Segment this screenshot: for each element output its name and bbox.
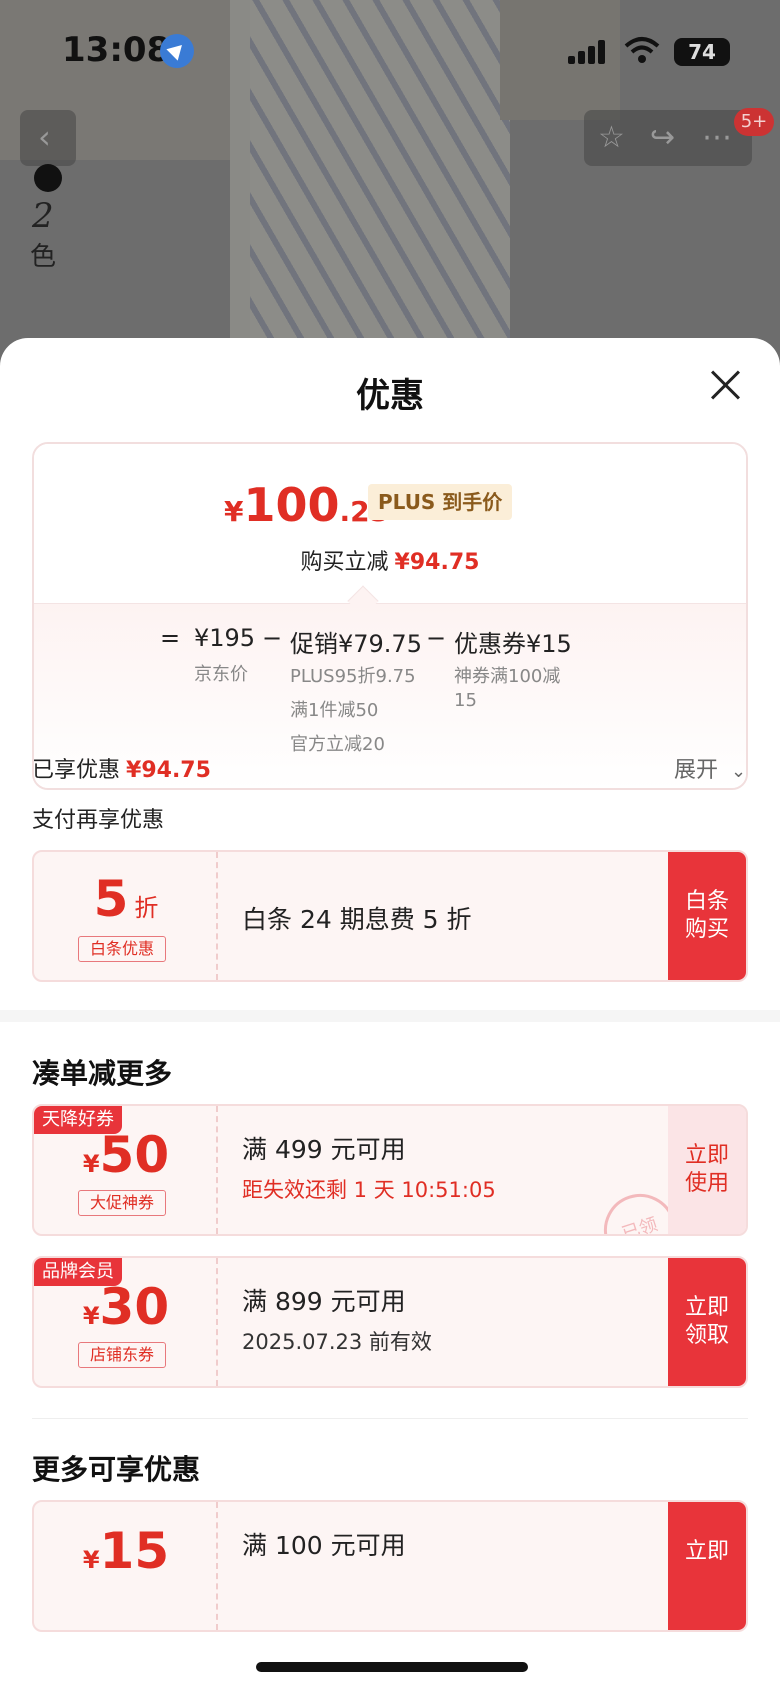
baitiao-text: 白条 24 期息费 5 折 — [242, 905, 472, 934]
coupon-condition: 满 100 元可用 — [242, 1531, 406, 1560]
coupon-yen: ¥ — [82, 1302, 100, 1330]
coupon-tag: 品牌会员 — [34, 1258, 122, 1286]
baitiao-offer: 5折 白条优惠 白条 24 期息费 5 折 白条 购买 — [32, 850, 748, 982]
coupon-card: ¥30 店铺东券 品牌会员 满 899 元可用 2025.07.23 前有效 立… — [32, 1256, 748, 1388]
coupon-yen: ¥ — [82, 1150, 100, 1178]
coupon-type: 店铺东券 — [78, 1342, 166, 1368]
coupon-condition: 满 899 元可用 — [242, 1287, 406, 1316]
battery-icon: 74 — [674, 38, 730, 66]
coupon-countdown: 距失效还剩 1 天 10:51:05 — [242, 1178, 496, 1202]
coupon-expiry: 2025.07.23 前有效 — [242, 1330, 432, 1354]
promo-amount: 促销¥79.75 — [290, 630, 422, 658]
final-price: ¥100.25 — [224, 478, 389, 532]
jd-price-label: 京东价 — [194, 664, 248, 685]
coupon-condition: 满 499 元可用 — [242, 1135, 406, 1164]
baitiao-amount-unit: 折 — [134, 894, 159, 922]
minus-sign: − — [426, 624, 447, 652]
promo-detail: 官方立减20 — [290, 734, 385, 755]
color-swatch[interactable] — [34, 164, 62, 192]
plus-price-tag: PLUS 到手价 — [368, 484, 513, 520]
baitiao-amount: 5折 — [34, 870, 218, 928]
pay-more-label: 支付再享优惠 — [32, 808, 165, 833]
location-icon — [160, 34, 194, 68]
message-badge: 5+ — [734, 108, 774, 136]
section-divider — [0, 1010, 780, 1022]
enjoyed-discount: 已享优惠 ¥94.75 — [32, 752, 211, 784]
coupon-amount: 优惠券¥15 — [454, 630, 572, 658]
promo-detail: 满1件减50 — [290, 700, 379, 721]
baitiao-buy-label: 购买 — [684, 917, 729, 942]
coupon-card: ¥50 大促神券 天降好券 满 499 元可用 距失效还剩 1 天 10:51:… — [32, 1104, 748, 1236]
jd-price: ¥195 — [194, 624, 256, 652]
claim-now-button[interactable]: 立即 领取 — [668, 1258, 746, 1386]
coupon-type: 大促神券 — [78, 1190, 166, 1216]
coupon-card: ¥15 满 100 元可用 立即 — [32, 1500, 748, 1632]
sheet-title: 优惠 — [356, 376, 424, 416]
baitiao-buy-button[interactable]: 白条 购买 — [668, 852, 746, 980]
use-now-label: 使用 — [684, 1171, 729, 1196]
baitiao-left: 5折 白条优惠 — [34, 852, 218, 980]
star-icon[interactable]: ☆ — [598, 120, 625, 155]
claim-now-label: 领取 — [684, 1323, 729, 1348]
close-icon[interactable] — [708, 368, 742, 402]
color-count: 2 — [32, 196, 54, 236]
expand-toggle[interactable]: 展开 ⌄ — [674, 752, 746, 784]
discount-sheet: 优惠 ¥100.25 PLUS 到手价 购买立减 ¥94.75 = ¥195 京东… — [0, 338, 780, 1688]
wifi-icon — [624, 36, 660, 64]
final-price-yen: ¥ — [224, 495, 244, 528]
coupon-amount: 15 — [99, 1522, 170, 1580]
price-card: ¥100.25 PLUS 到手价 购买立减 ¥94.75 = ¥195 京东价 −… — [32, 442, 748, 790]
use-now-button[interactable]: 立即 使用 — [668, 1106, 746, 1234]
use-now-label: 立即 — [684, 1143, 729, 1168]
promo-detail: PLUS95折9.75 — [290, 666, 416, 687]
coupon-tag: 天降好券 — [34, 1106, 122, 1134]
coupon-amount: 50 — [99, 1126, 170, 1184]
more-title: 更多可享优惠 — [32, 1453, 201, 1486]
expand-label: 展开 — [674, 758, 719, 783]
section-divider — [32, 1418, 748, 1419]
enjoyed-value: ¥94.75 — [126, 758, 211, 783]
coupon-detail: 15 — [454, 690, 477, 711]
baitiao-buy-label: 白条 — [684, 889, 729, 914]
equals-sign: = — [160, 624, 181, 652]
share-icon[interactable]: ↪ — [650, 120, 675, 155]
status-time: 13:08 — [62, 30, 171, 70]
status-bar: 13:08 74 — [0, 0, 780, 100]
coupon-value: ¥15 — [34, 1522, 218, 1580]
claim-now-label: 立即 — [684, 1295, 729, 1320]
reduce-label: 购买立减 — [300, 550, 389, 575]
chevron-left-icon: ‹ — [38, 118, 51, 156]
home-indicator[interactable] — [256, 1662, 528, 1672]
baitiao-amount-num: 5 — [93, 870, 129, 928]
top-actions: ☆ ↪ ⋯ — [584, 110, 752, 166]
coupon-amount: 30 — [99, 1278, 170, 1336]
claim-now-label: 立即 — [684, 1539, 729, 1564]
more-icon[interactable]: ⋯ — [702, 120, 732, 155]
minus-sign: − — [262, 624, 283, 652]
reduce-value: ¥94.75 — [394, 550, 480, 575]
coupon-left: ¥15 — [34, 1502, 218, 1630]
final-price-int: 100 — [243, 478, 340, 532]
chevron-down-icon: ⌄ — [731, 761, 747, 782]
signal-icon — [568, 40, 608, 64]
color-label: 色 — [30, 242, 57, 272]
enjoyed-label: 已享优惠 — [32, 758, 121, 783]
price-summary: ¥100.25 PLUS 到手价 购买立减 ¥94.75 — [34, 444, 746, 604]
reduce-line: 购买立减 ¥94.75 — [34, 544, 746, 576]
coupon-value: ¥50 — [34, 1126, 218, 1184]
claim-now-button[interactable]: 立即 — [668, 1502, 746, 1630]
baitiao-type: 白条优惠 — [78, 936, 166, 962]
coupon-value: ¥30 — [34, 1278, 218, 1336]
coupon-yen: ¥ — [82, 1546, 100, 1574]
combine-title: 凑单减更多 — [32, 1057, 173, 1090]
back-button[interactable]: ‹ — [20, 110, 76, 166]
